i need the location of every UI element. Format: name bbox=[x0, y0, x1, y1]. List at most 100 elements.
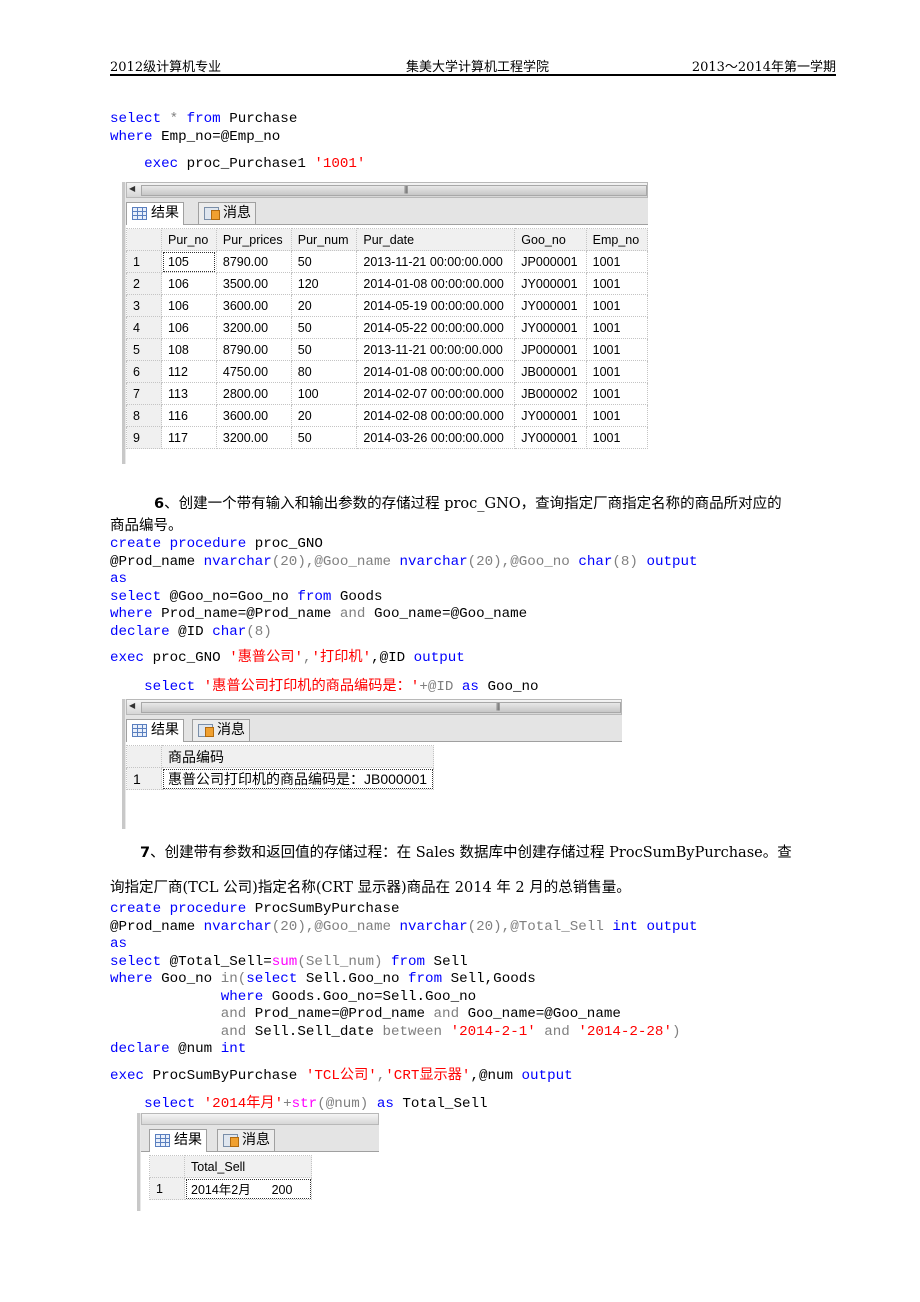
tab-label: 消息 bbox=[217, 722, 245, 738]
grid-header-row: Total_Sell bbox=[149, 1155, 312, 1178]
table-cell[interactable]: 112 bbox=[161, 360, 217, 383]
table-cell[interactable]: 20 bbox=[290, 294, 358, 317]
table-cell[interactable]: 1001 bbox=[585, 382, 649, 405]
grid-icon bbox=[132, 207, 147, 220]
table-cell[interactable]: 3500.00 bbox=[215, 272, 292, 295]
table-cell[interactable]: 50 bbox=[290, 250, 358, 273]
table-cell[interactable]: 106 bbox=[161, 316, 217, 339]
table-cell[interactable]: JY000001 bbox=[514, 294, 587, 317]
column-header[interactable]: Pur_num bbox=[290, 228, 358, 251]
table-cell[interactable]: 80 bbox=[290, 360, 358, 383]
horizontal-scrollbar[interactable]: ◀ ||| bbox=[126, 182, 648, 198]
table-cell[interactable]: JY000001 bbox=[514, 426, 587, 449]
table-cell[interactable]: 2014-05-19 00:00:00.000 bbox=[356, 294, 516, 317]
table-cell[interactable]: 50 bbox=[290, 338, 358, 361]
table-row[interactable]: 6 112 4750.00 80 2014-01-08 00:00:00.000 JB00… bbox=[126, 360, 649, 383]
table-row[interactable]: 1 2014年2月 200 bbox=[149, 1177, 312, 1200]
table-cell[interactable]: 1001 bbox=[585, 404, 649, 427]
table-row[interactable]: 1 惠普公司打印机的商品编码是：JB000001 bbox=[126, 767, 435, 790]
table-cell[interactable]: 3200.00 bbox=[215, 426, 292, 449]
table-cell[interactable]: 1001 bbox=[585, 294, 649, 317]
table-cell[interactable]: 3200.00 bbox=[215, 316, 292, 339]
column-header[interactable]: Emp_no bbox=[585, 228, 649, 251]
code-text: @Goo_no=Goo_no bbox=[161, 588, 298, 605]
table-row[interactable]: 2 106 3500.00 120 2014-01-08 00:00:00.000 JY0… bbox=[126, 272, 649, 295]
table-cell[interactable]: JY000001 bbox=[514, 272, 587, 295]
table-cell[interactable]: JP000001 bbox=[514, 250, 587, 273]
column-header[interactable]: Pur_date bbox=[356, 228, 516, 251]
scroll-left-arrow-icon[interactable]: ◀ bbox=[129, 184, 135, 193]
code-function: sum bbox=[271, 953, 298, 970]
table-cell[interactable]: 2014年2月 200 bbox=[184, 1177, 312, 1200]
table-cell[interactable]: 105 bbox=[161, 250, 217, 273]
column-header[interactable]: Pur_no bbox=[161, 228, 217, 251]
table-cell[interactable]: 2013-11-21 00:00:00.000 bbox=[356, 250, 516, 273]
scroll-left-arrow-icon[interactable]: ◀ bbox=[129, 701, 135, 710]
table-cell[interactable]: 1001 bbox=[585, 338, 649, 361]
column-header[interactable]: 商品编码 bbox=[160, 745, 435, 768]
table-row[interactable]: 7 113 2800.00 100 2014-02-07 00:00:00.000 JB0… bbox=[126, 382, 649, 405]
table-cell[interactable]: 2014-01-08 00:00:00.000 bbox=[356, 360, 516, 383]
table-cell[interactable]: 117 bbox=[161, 426, 217, 449]
tab-messages[interactable]: 消息 bbox=[192, 719, 250, 741]
results-grid: Total_Sell 1 2014年2月 200 bbox=[149, 1155, 312, 1200]
tab-messages[interactable]: 消息 bbox=[198, 202, 256, 224]
paragraph-text: 商品编号。 bbox=[110, 518, 183, 534]
row-number: 1 bbox=[126, 767, 162, 790]
table-cell[interactable]: 2014-02-07 00:00:00.000 bbox=[356, 382, 516, 405]
table-cell[interactable]: 1001 bbox=[585, 316, 649, 339]
code-text: (20),@Goo_no bbox=[467, 553, 579, 570]
horizontal-scrollbar[interactable]: ◀ ||| bbox=[126, 699, 622, 715]
table-cell[interactable]: 120 bbox=[290, 272, 358, 295]
code-keyword: select bbox=[110, 953, 162, 970]
table-cell[interactable]: 2014-05-22 00:00:00.000 bbox=[356, 316, 516, 339]
tab-results[interactable]: 结果 bbox=[126, 719, 184, 742]
table-row[interactable]: 5 108 8790.00 50 2013-11-21 00:00:00.000 JP00… bbox=[126, 338, 649, 361]
scrollbar-thumb[interactable]: ||| bbox=[141, 185, 647, 196]
tab-messages[interactable]: 消息 bbox=[217, 1129, 275, 1151]
scrollbar-thumb[interactable]: ||| bbox=[141, 702, 621, 713]
table-cell[interactable]: 106 bbox=[161, 272, 217, 295]
code-operator: in bbox=[220, 971, 238, 987]
table-row[interactable]: 4 106 3200.00 50 2014-05-22 00:00:00.000 JY00… bbox=[126, 316, 649, 339]
table-cell[interactable]: 2014-02-08 00:00:00.000 bbox=[356, 404, 516, 427]
horizontal-scrollbar[interactable] bbox=[141, 1113, 379, 1125]
table-cell[interactable]: 108 bbox=[161, 338, 217, 361]
table-cell[interactable]: JP000001 bbox=[514, 338, 587, 361]
column-header[interactable]: Pur_prices bbox=[215, 228, 292, 251]
table-cell[interactable]: 1001 bbox=[585, 426, 649, 449]
table-cell[interactable]: 20 bbox=[290, 404, 358, 427]
table-cell[interactable]: 100 bbox=[290, 382, 358, 405]
table-cell[interactable]: 3600.00 bbox=[215, 294, 292, 317]
table-cell[interactable]: 2014-03-26 00:00:00.000 bbox=[356, 426, 516, 449]
table-cell[interactable]: 2800.00 bbox=[215, 382, 292, 405]
table-cell[interactable]: JY000001 bbox=[514, 404, 587, 427]
table-cell[interactable]: 116 bbox=[161, 404, 217, 427]
table-row[interactable]: 3 106 3600.00 20 2014-05-19 00:00:00.000 JY00… bbox=[126, 294, 649, 317]
table-cell[interactable]: JB000002 bbox=[514, 382, 587, 405]
table-cell[interactable]: JY000001 bbox=[514, 316, 587, 339]
table-cell[interactable]: 50 bbox=[290, 426, 358, 449]
table-cell[interactable]: 2014-01-08 00:00:00.000 bbox=[356, 272, 516, 295]
column-header[interactable]: Goo_no bbox=[514, 228, 587, 251]
table-cell[interactable]: 1001 bbox=[585, 272, 649, 295]
table-row[interactable]: 9 117 3200.00 50 2014-03-26 00:00:00.000 JY00… bbox=[126, 426, 649, 449]
table-cell[interactable]: 2013-11-21 00:00:00.000 bbox=[356, 338, 516, 361]
table-cell[interactable]: 4750.00 bbox=[215, 360, 292, 383]
table-row[interactable]: 1 105 8790.00 50 2013-11-21 00:00:00.000 JP00… bbox=[126, 250, 649, 273]
tab-results[interactable]: 结果 bbox=[149, 1129, 207, 1152]
table-cell[interactable]: 8790.00 bbox=[215, 338, 292, 361]
table-cell[interactable]: 50 bbox=[290, 316, 358, 339]
table-cell[interactable]: 1001 bbox=[585, 360, 649, 383]
tab-results[interactable]: 结果 bbox=[126, 202, 184, 225]
table-row[interactable]: 8 116 3600.00 20 2014-02-08 00:00:00.000 JY00… bbox=[126, 404, 649, 427]
row-number: 7 bbox=[126, 382, 162, 405]
table-cell[interactable]: 惠普公司打印机的商品编码是：JB000001 bbox=[160, 767, 435, 790]
table-cell[interactable]: 8790.00 bbox=[215, 250, 292, 273]
column-header[interactable]: Total_Sell bbox=[184, 1155, 312, 1178]
table-cell[interactable]: JB000001 bbox=[514, 360, 587, 383]
table-cell[interactable]: 113 bbox=[161, 382, 217, 405]
table-cell[interactable]: 3600.00 bbox=[215, 404, 292, 427]
table-cell[interactable]: 1001 bbox=[585, 250, 649, 273]
table-cell[interactable]: 106 bbox=[161, 294, 217, 317]
